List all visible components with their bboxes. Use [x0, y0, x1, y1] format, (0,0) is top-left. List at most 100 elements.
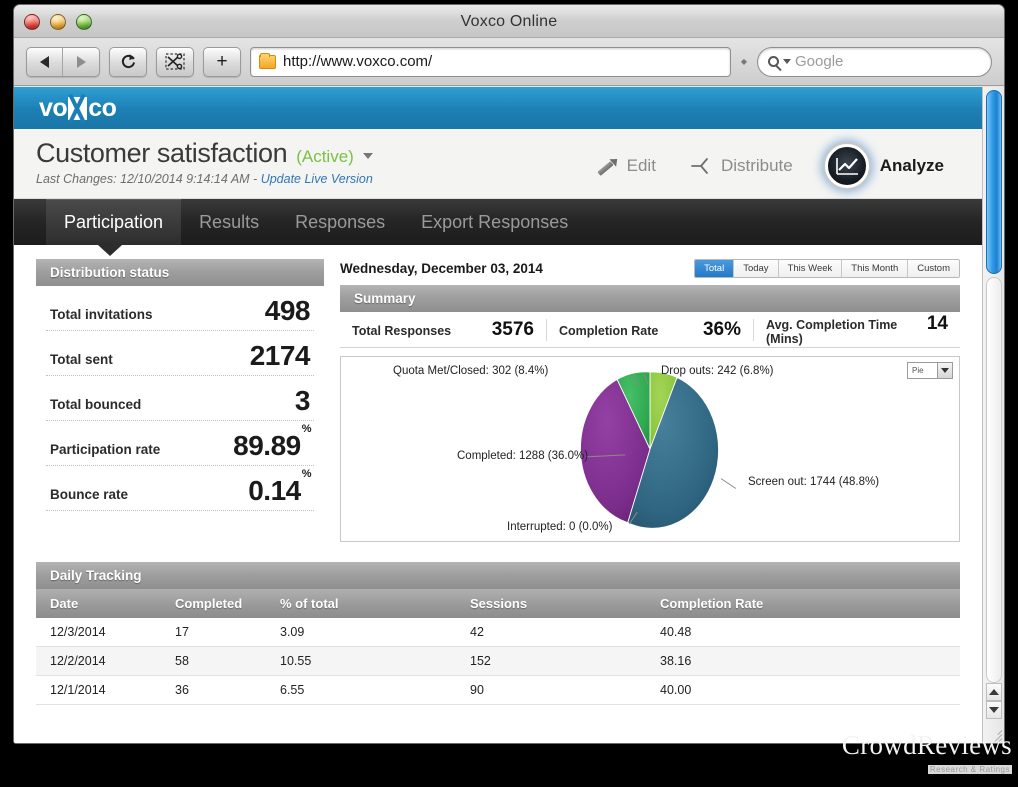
- cell-completed: 58: [161, 646, 266, 676]
- metric-value: 3576: [491, 318, 534, 340]
- range-this-week[interactable]: This Week: [778, 260, 843, 277]
- scroll-up-button[interactable]: [986, 683, 1002, 701]
- cell-rate: 40.48: [646, 618, 960, 647]
- analyze-label: Analyze: [879, 156, 944, 175]
- date-row: Wednesday, December 03, 2014 Total Today…: [340, 259, 960, 278]
- col-sessions[interactable]: Sessions: [456, 589, 646, 618]
- survey-header: Customer satisfaction (Active) Last Chan…: [14, 129, 982, 199]
- current-date: Wednesday, December 03, 2014: [340, 261, 543, 276]
- distribute-label: Distribute: [720, 156, 793, 175]
- distribution-status-panel: Distribution status Total invitations 49…: [36, 259, 324, 544]
- cell-sessions: 90: [456, 675, 646, 705]
- forward-icon: [76, 55, 86, 68]
- brand-bar: vo co: [14, 87, 982, 129]
- summary-metrics: Total Responses 3576 Completion Rate 36%…: [340, 312, 960, 348]
- scrollbar-track[interactable]: [986, 277, 1002, 683]
- survey-title-block: Customer satisfaction (Active) Last Chan…: [36, 138, 373, 186]
- status-badge: (Active): [296, 147, 354, 166]
- action-buttons: Edit Distribute Analyze: [580, 138, 960, 188]
- cell-sessions: 42: [456, 618, 646, 647]
- forward-button[interactable]: [63, 48, 99, 76]
- tab-results[interactable]: Results: [181, 199, 277, 245]
- table-row[interactable]: 12/2/2014 58 10.55 152 38.16: [36, 646, 960, 676]
- caret-up-icon: [989, 689, 999, 695]
- scrollbar-thumb[interactable]: [986, 90, 1002, 274]
- logo-x-icon: [68, 96, 88, 120]
- tab-participation[interactable]: Participation: [46, 199, 182, 245]
- row-label: Participation rate: [50, 442, 161, 457]
- table-row[interactable]: 12/1/2014 36 6.55 90 40.00: [36, 675, 960, 705]
- col-date[interactable]: Date: [36, 589, 161, 618]
- nav-buttons: [26, 46, 100, 77]
- reload-icon: [121, 54, 135, 69]
- range-total[interactable]: Total: [695, 260, 735, 277]
- chevron-down-icon: [783, 59, 791, 64]
- close-button[interactable]: [24, 14, 40, 30]
- cell-rate: 38.16: [646, 646, 960, 676]
- page-title: Customer satisfaction: [36, 138, 288, 168]
- cell-completed: 36: [161, 675, 266, 705]
- pie-label-screen-out: Screen out: 1744 (48.8%): [748, 476, 880, 488]
- cell-sessions: 152: [456, 646, 646, 676]
- col-pct-of-total[interactable]: % of total: [266, 589, 456, 618]
- row-value: 3: [294, 385, 311, 416]
- metric-avg-completion-time: Avg. Completion Time (Mins) 14: [754, 313, 960, 346]
- window-title: Voxco Online: [460, 13, 558, 30]
- update-live-version-link[interactable]: Update Live Version: [261, 172, 373, 186]
- voxco-logo[interactable]: vo co: [39, 93, 117, 123]
- scroll-down-button[interactable]: [986, 701, 1002, 719]
- title-bar: Voxco Online: [14, 5, 1004, 38]
- tab-export-responses[interactable]: Export Responses: [403, 199, 586, 245]
- row-label: Bounce rate: [50, 487, 129, 502]
- range-custom[interactable]: Custom: [908, 260, 959, 277]
- analyze-button[interactable]: Analyze: [809, 144, 960, 188]
- edit-label: Edit: [626, 156, 656, 175]
- metric-label: Avg. Completion Time (Mins): [766, 318, 898, 346]
- pie-label-quota-met: Quota Met/Closed: 302 (8.4%): [393, 365, 549, 377]
- row-unit: %: [301, 422, 312, 435]
- back-button[interactable]: [27, 47, 63, 76]
- watermark-subtitle: Research & Ratings: [927, 765, 1012, 774]
- pie-svg: [580, 371, 737, 529]
- cell-date: 12/2/2014: [36, 646, 161, 676]
- distribute-button[interactable]: Distribute: [672, 155, 809, 177]
- row-value: 2174: [249, 340, 311, 371]
- row-value: 498: [264, 295, 311, 326]
- row-label: Total sent: [50, 352, 113, 367]
- browser-viewport: vo co Customer satisfaction (Active) Last…: [14, 87, 1004, 743]
- daily-tracking-table: Date Completed % of total Sessions Compl…: [36, 589, 960, 705]
- list-item: Participation rate 89.89%: [46, 421, 314, 466]
- reload-button[interactable]: [109, 46, 147, 77]
- snip-button[interactable]: [156, 46, 194, 77]
- logo-text-pre: vo: [39, 93, 68, 122]
- col-completed[interactable]: Completed: [161, 589, 266, 618]
- last-changes-text: Last Changes: 12/10/2014 9:14:14 AM -: [36, 172, 261, 186]
- metric-value: 14: [926, 313, 948, 334]
- maximize-button[interactable]: [76, 14, 92, 30]
- address-bar[interactable]: http://www.voxco.com/: [250, 46, 731, 77]
- chevron-down-icon[interactable]: [362, 153, 373, 159]
- minimize-button[interactable]: [50, 14, 66, 30]
- list-item: Total invitations 498: [46, 286, 314, 331]
- list-item: Total sent 2174: [46, 331, 314, 376]
- daily-tracking-panel: Daily Tracking Date Completed % of total…: [14, 562, 982, 705]
- browser-toolbar: + http://www.voxco.com/ ◆ Google: [14, 38, 1004, 86]
- range-this-month[interactable]: This Month: [842, 260, 909, 277]
- table-row[interactable]: 12/3/2014 17 3.09 42 40.48: [36, 618, 960, 647]
- add-tab-button[interactable]: +: [203, 46, 241, 77]
- edit-button[interactable]: Edit: [580, 156, 672, 176]
- cell-rate: 40.00: [646, 675, 960, 705]
- title-line: Customer satisfaction (Active): [36, 138, 373, 169]
- bookmark-dot-icon[interactable]: ◆: [740, 57, 748, 66]
- col-completion-rate[interactable]: Completion Rate: [646, 589, 960, 618]
- range-today[interactable]: Today: [734, 260, 779, 277]
- active-tab-caret-icon: [98, 245, 122, 256]
- range-filter-group: Total Today This Week This Month Custom: [694, 259, 960, 278]
- row-label: Total bounced: [50, 397, 142, 412]
- logo-text-post: co: [88, 93, 117, 122]
- cell-pct: 10.55: [266, 646, 456, 676]
- search-field[interactable]: Google: [757, 46, 992, 77]
- tab-responses[interactable]: Responses: [277, 199, 403, 245]
- vertical-scrollbar[interactable]: [982, 87, 1004, 743]
- browser-window: Voxco Online + http://www.voxco.com/ ◆ G…: [13, 4, 1005, 744]
